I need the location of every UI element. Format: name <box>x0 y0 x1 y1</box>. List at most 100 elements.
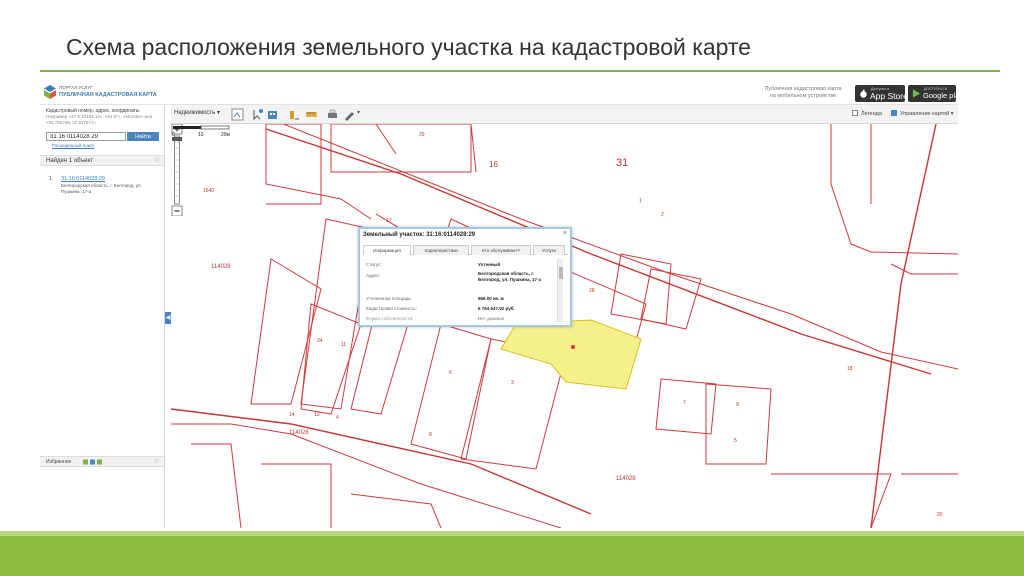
google-play-button[interactable]: ДОСТУПНО В Google play <box>908 85 958 102</box>
cadastral-value: 6 764 647.92 руб. <box>478 306 515 311</box>
parcel-boundary <box>191 443 242 528</box>
status-value: Учтенный <box>478 262 501 267</box>
footer-bar-highlight <box>0 531 1024 536</box>
ownership-value: Нет данных <box>478 316 505 321</box>
app-header: ПОРТАЛ УСЛУГ ПУБЛИЧНАЯ КАДАСТРОВАЯ КАРТА… <box>40 82 958 105</box>
star-icon[interactable]: ☆ <box>154 156 160 166</box>
advanced-search-link[interactable]: Расширенный поиск <box>52 143 94 148</box>
map-label: 17 <box>386 218 392 224</box>
scale-label: 20м <box>221 132 231 138</box>
title-rule <box>40 70 1000 72</box>
mobile-promo: Публичная кадастровая карта на мобильном… <box>753 86 853 100</box>
ruler-icon[interactable] <box>305 108 318 121</box>
map-control[interactable]: Управление картой ▾ <box>891 110 954 117</box>
map-label: 11 <box>341 342 346 348</box>
map-label: 8 <box>429 432 432 438</box>
result-link[interactable]: 31:16:0114028:29 <box>61 176 105 182</box>
app-store-label: App Store <box>870 91 908 101</box>
map-label: 31 <box>616 157 628 169</box>
favorites-bar: Избранное ☆ <box>40 456 164 467</box>
select-area-icon[interactable] <box>231 108 244 121</box>
popup-scrollbar[interactable] <box>557 259 563 322</box>
map-label: 4 <box>336 415 339 421</box>
tab-services[interactable]: Услуги <box>533 245 565 255</box>
map-toolbar: Недвижимость ▾ ▾ Легенда Управление карт… <box>171 105 958 124</box>
map-label: 3 <box>511 380 514 386</box>
parcel-boundary <box>300 303 362 415</box>
parcel-boundary <box>830 124 852 245</box>
address-value: Белгородская область, г. Белгород, ул. П… <box>478 271 541 282</box>
apple-icon <box>860 89 867 98</box>
parcel-boundary <box>655 378 717 435</box>
tab-characteristics[interactable]: Характеристики <box>413 245 469 255</box>
parcel-boundary <box>640 268 702 330</box>
map-label: 18 <box>847 366 853 372</box>
scrollbar-thumb[interactable] <box>559 267 563 279</box>
google-play-label: Google play <box>923 91 958 100</box>
pointer-info-icon[interactable] <box>251 108 264 121</box>
search-hint: Например «47:8:10104:12», «61:5*», «Моск… <box>46 114 153 125</box>
tab-who-serves[interactable]: Кто обслуживает? <box>471 245 531 255</box>
result-number: 1. <box>49 176 54 182</box>
quarter-boundary <box>870 124 937 528</box>
cadastral-value-label: Кадастровая стоимость: <box>366 306 417 311</box>
map-label: 16 <box>489 160 498 169</box>
layer-select[interactable]: Недвижимость ▾ <box>174 109 220 116</box>
draw-tool-icon[interactable] <box>343 108 356 121</box>
parcel-boundary <box>850 243 958 255</box>
parcel-boundary <box>705 383 772 465</box>
map-label: 28 <box>589 288 595 294</box>
map-label: 20 <box>937 512 943 518</box>
legend-toggle[interactable]: Легенда <box>852 110 882 117</box>
area-value: 966.00 кв. м <box>478 296 504 301</box>
slide-title: Схема расположения земельного участка на… <box>66 34 751 60</box>
legend-label: Легенда <box>861 111 882 117</box>
print-icon[interactable] <box>326 108 339 121</box>
portal-logo-icon[interactable] <box>44 85 56 99</box>
favorites-icons[interactable] <box>83 459 103 465</box>
footer-bar <box>0 531 1024 576</box>
highlighted-parcel <box>500 319 642 390</box>
map-label: 7 <box>683 400 686 406</box>
building-icon[interactable] <box>266 108 279 121</box>
logo-main-text[interactable]: ПУБЛИЧНАЯ КАДАСТРОВАЯ КАРТА <box>59 92 157 98</box>
map-control-label: Управление картой <box>900 111 950 117</box>
parcel-boundary <box>375 124 397 155</box>
search-button[interactable]: Найти <box>127 132 159 141</box>
chevron-down-icon: ▾ <box>949 111 954 117</box>
parcel-boundary <box>171 423 562 528</box>
map-label: 1640 <box>203 188 214 194</box>
map-label: 29 <box>419 132 425 138</box>
legend-checkbox[interactable] <box>852 110 858 116</box>
status-label: Статус: <box>366 262 382 267</box>
close-icon[interactable]: × <box>563 230 567 237</box>
map-label: 13 <box>314 412 320 418</box>
map-canvas[interactable]: 29 16 31 17 114028 1 2 28 24 11 6 3 8 4 … <box>171 124 958 528</box>
google-play-icon <box>912 89 921 98</box>
slide: Схема расположения земельного участка на… <box>0 0 1024 576</box>
promo-line-2: на мобильном устройстве <box>769 93 837 99</box>
ownership-label: Форма собственности: <box>366 316 414 321</box>
close-icon[interactable]: ☆ <box>154 457 160 467</box>
parcel-boundary <box>890 263 958 275</box>
measure-icon[interactable] <box>288 108 301 121</box>
parcel-boundary <box>330 124 472 173</box>
parcel-boundary <box>470 124 477 173</box>
chevron-down-icon: ▾ <box>216 110 220 116</box>
map-label: 1 <box>639 198 642 204</box>
logo-small-text: ПОРТАЛ УСЛУГ <box>59 85 93 90</box>
parcel-boundary <box>350 493 442 528</box>
map-label: 6 <box>449 370 452 376</box>
map-label: 24 <box>317 338 323 344</box>
map-label: 2 <box>661 212 664 218</box>
area-label: Уточненная площадь: <box>366 296 412 301</box>
results-header: Найден 1 объект ☆ <box>40 155 164 166</box>
search-input[interactable] <box>46 132 126 141</box>
map-control-checkbox[interactable] <box>891 110 897 116</box>
app-store-button[interactable]: Доступно в App Store <box>855 85 908 102</box>
scale-bar: 0 10 20м <box>172 125 231 138</box>
map-label: 114028 <box>616 476 636 482</box>
tab-information[interactable]: Информация <box>363 245 411 255</box>
draw-chevron-icon[interactable]: ▾ <box>357 109 360 116</box>
map-label: 9 <box>736 402 739 408</box>
